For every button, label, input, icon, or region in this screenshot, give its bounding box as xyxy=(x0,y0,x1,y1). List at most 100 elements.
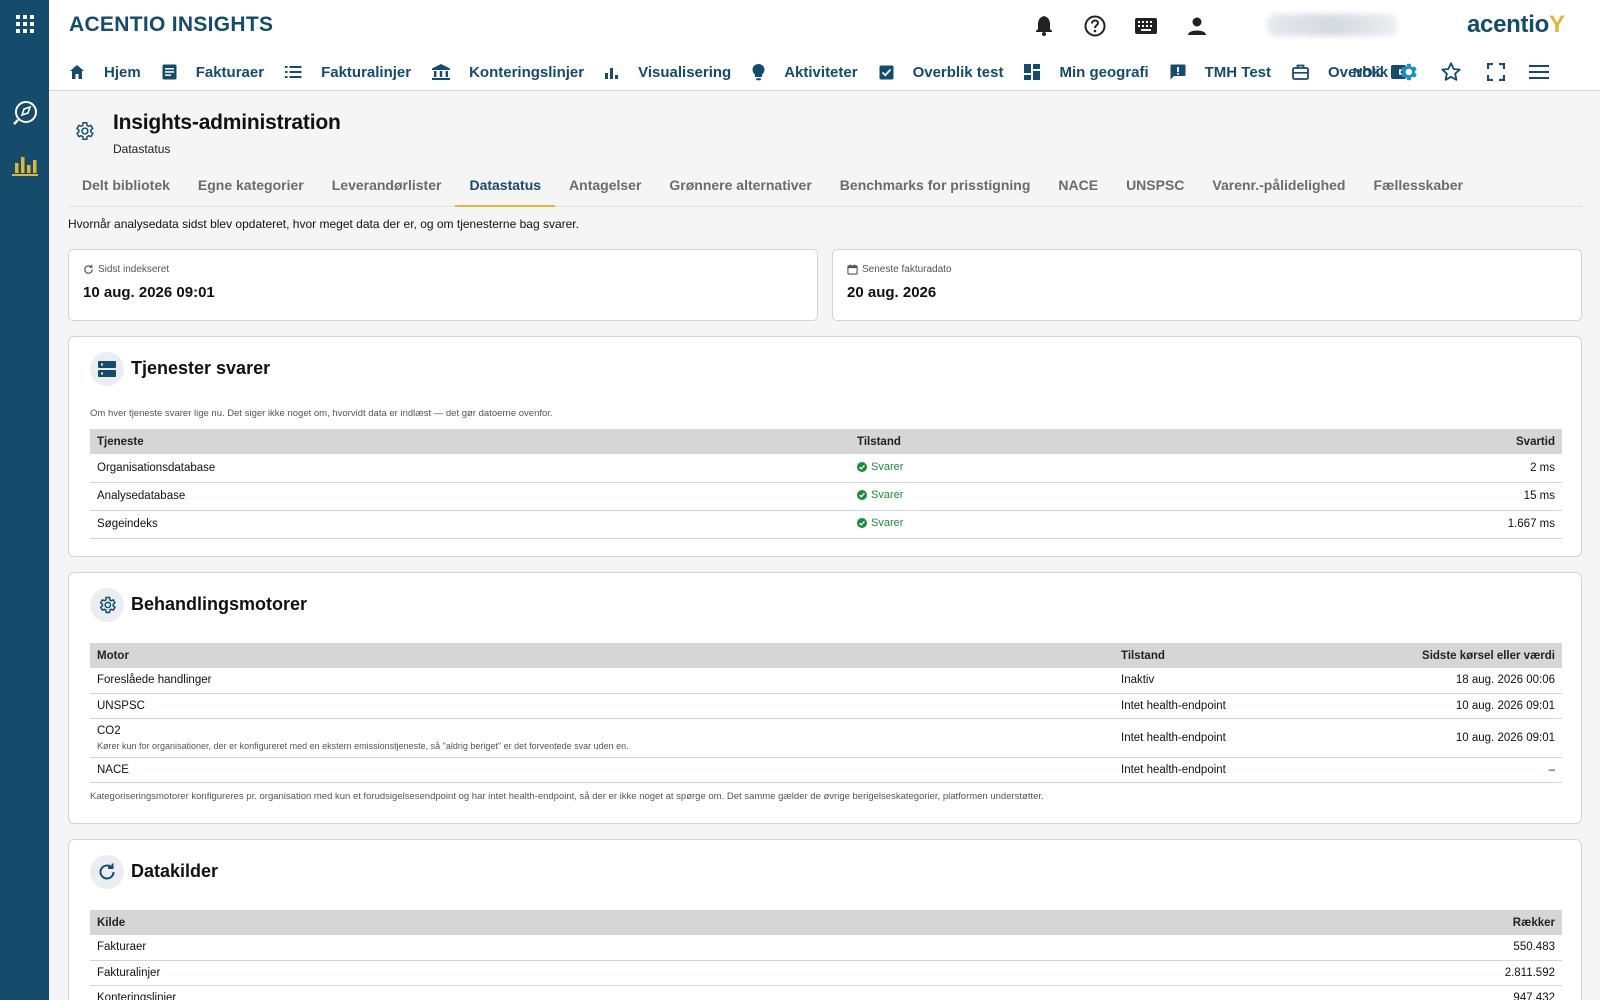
nav-item-aktiviteter[interactable]: Aktiviteter xyxy=(752,60,858,84)
card-title: Datakilder xyxy=(131,861,219,881)
service-status: Svarer xyxy=(850,482,1204,511)
service-name: Søgeindeks xyxy=(90,510,850,539)
nav-item-label: Fakturalinjer xyxy=(321,63,412,81)
engine-name-cell: CO2 Kører kun for organisationer, der er … xyxy=(90,718,1114,758)
admin-tabs: Delt bibliotek Egne kategorier Leverandørl… xyxy=(68,172,1582,207)
page-title: Insights-administration xyxy=(113,111,341,134)
nav-item-label: Aktiviteter xyxy=(784,63,858,81)
table-row: UNSPSC Intet health-endpoint 10 aug. 2026 … xyxy=(90,693,1562,719)
nav-item-fakturaer[interactable]: Fakturaer xyxy=(162,60,264,84)
refresh-icon xyxy=(90,855,124,889)
table-row: Konteringslinjer 947.432 xyxy=(90,985,1562,1000)
menu-hamburger-icon[interactable] xyxy=(1527,60,1551,84)
engine-name: UNSPSC xyxy=(97,699,145,712)
main-nav: Hjem Fakturaer Fakturalinjer Konteringslinj… xyxy=(69,60,1409,84)
check-circle-icon xyxy=(857,461,867,472)
column-header: Svartid xyxy=(1203,429,1562,454)
engine-name: Foreslåede handlinger xyxy=(97,674,212,687)
nav-item-min-geografi[interactable]: Min geografi xyxy=(1024,60,1149,84)
tab-delt-bibliotek[interactable]: Delt bibliotek xyxy=(68,172,184,207)
analytics-icon[interactable] xyxy=(0,150,49,180)
table-row: Organisationsdatabase Svarer 2 ms xyxy=(90,454,1562,483)
favorite-star-icon[interactable] xyxy=(1439,60,1463,84)
engines-footnote: Kategoriseringsmotorer konfigureres pr. … xyxy=(90,791,1044,802)
column-header: Kilde xyxy=(90,910,962,935)
engine-name-cell: NACE xyxy=(90,757,1114,783)
refresh-icon xyxy=(84,264,93,274)
stat-label: Sidst indekseret xyxy=(98,264,170,275)
source-row-count: 2.811.592 xyxy=(961,960,1562,986)
source-row-count: 550.483 xyxy=(961,935,1562,961)
account-icon[interactable] xyxy=(1185,14,1209,38)
stat-value: 10 aug. 2026 09:01 xyxy=(83,284,215,301)
check-circle-icon xyxy=(857,518,867,528)
source-name: Konteringslinjer xyxy=(90,985,962,1000)
invoice-icon xyxy=(162,64,185,80)
sources-card: Datakilder Kilde Rækker Fakturaer 550.483… xyxy=(68,839,1582,1000)
tab-varenr-pålidelighed[interactable]: Varenr.-pålidelighed xyxy=(1198,172,1359,207)
engine-status: Intet health-endpoint xyxy=(1114,693,1315,719)
card-note: Om hver tjeneste svarer lige nu. Det sig… xyxy=(90,408,553,419)
keyboard-icon[interactable] xyxy=(1134,14,1158,38)
stat-label: Seneste fakturadato xyxy=(862,264,952,275)
server-icon xyxy=(90,352,124,386)
left-rail xyxy=(0,0,49,1000)
table-row: Fakturalinjer 2.811.592 xyxy=(90,960,1562,986)
table-row: NACE Intet health-endpoint – xyxy=(90,757,1562,783)
tab-egne-kategorier[interactable]: Egne kategorier xyxy=(184,172,318,207)
help-icon[interactable] xyxy=(1083,14,1107,38)
services-card: Tjenester svarer Om hver tjeneste svarer… xyxy=(68,336,1582,557)
tab-grønnere-alternativer[interactable]: Grønnere alternativer xyxy=(655,172,825,207)
feedback-icon xyxy=(1170,64,1194,80)
apps-grid-icon[interactable] xyxy=(0,12,49,36)
tab-antagelser[interactable]: Antagelser xyxy=(555,172,655,207)
service-response-time: 2 ms xyxy=(1203,454,1562,483)
tab-benchmarks-for-prisstigning[interactable]: Benchmarks for prisstigning xyxy=(826,172,1045,207)
nav-item-fakturalinjer[interactable]: Fakturalinjer xyxy=(285,60,411,84)
tab-nace[interactable]: NACE xyxy=(1044,172,1112,207)
acentio-logo: acentioY xyxy=(1467,11,1565,38)
explore-icon[interactable] xyxy=(0,98,49,128)
nav-item-visualisering[interactable]: Visualisering xyxy=(605,60,731,84)
column-header: Tilstand xyxy=(850,429,1204,454)
table-row: Foreslåede handlinger Inaktiv 18 aug. 2026… xyxy=(90,668,1562,694)
column-header: Rækker xyxy=(961,910,1562,935)
status-text: Svarer xyxy=(871,460,904,473)
tab-datastatus[interactable]: Datastatus xyxy=(455,172,556,207)
user-name-blurred xyxy=(1267,14,1397,36)
engines-table: Motor Tilstand Sidste kørsel eller værdi… xyxy=(90,643,1562,783)
status-text: Svarer xyxy=(871,489,904,501)
tab-leverandørlister[interactable]: Leverandørlister xyxy=(318,172,456,207)
top-header: ACENTIO INSIGHTS acentioY Hjem Fakturaer F… xyxy=(49,0,1600,91)
column-header: Motor xyxy=(90,643,1114,668)
service-name: Organisationsdatabase xyxy=(90,454,850,483)
nav-item-label: Min geografi xyxy=(1059,63,1149,81)
stat-value: 20 aug. 2026 xyxy=(847,284,937,301)
service-status: Svarer xyxy=(850,454,1204,483)
nav-item-hjem[interactable]: Hjem xyxy=(69,60,141,84)
nav-item-overblik-test[interactable]: Overblik test xyxy=(879,60,1003,84)
nav-item-label: TMH Test xyxy=(1204,63,1272,81)
engine-note: Kører kun for organisationer, der er kon… xyxy=(97,740,629,751)
table-row: Fakturaer 550.483 xyxy=(90,935,1562,961)
engine-status: Intet health-endpoint xyxy=(1114,718,1315,758)
tab-unspsc[interactable]: UNSPSC xyxy=(1112,172,1198,207)
tab-fællesskaber[interactable]: Fællesskaber xyxy=(1359,172,1477,207)
source-row-count: 947.432 xyxy=(961,985,1562,1000)
notifications-bell-icon[interactable] xyxy=(1032,14,1056,38)
engine-last-run: 10 aug. 2026 09:01 xyxy=(1314,693,1562,719)
currency-label: NOK xyxy=(1353,64,1382,80)
bar-chart-icon xyxy=(605,65,627,79)
engine-status: Inaktiv xyxy=(1114,668,1315,694)
table-row: CO2 Kører kun for organisationer, der er … xyxy=(90,718,1562,758)
stat-last-indexed: Sidst indekseret 10 aug. 2026 09:01 xyxy=(68,249,818,321)
nav-item-label: Fakturaer xyxy=(195,63,265,81)
briefcase-icon xyxy=(1292,64,1317,80)
nav-item-tmh-test[interactable]: TMH Test xyxy=(1170,60,1271,84)
nav-item-label: Konteringslinjer xyxy=(469,63,585,81)
settings-gear-icon[interactable] xyxy=(1396,60,1420,84)
table-row: Analysedatabase Svarer 15 ms xyxy=(90,482,1562,511)
nav-item-konteringslinjer[interactable]: Konteringslinjer xyxy=(432,60,584,84)
fullscreen-icon[interactable] xyxy=(1484,60,1508,84)
page-subtitle: Datastatus xyxy=(113,142,171,156)
